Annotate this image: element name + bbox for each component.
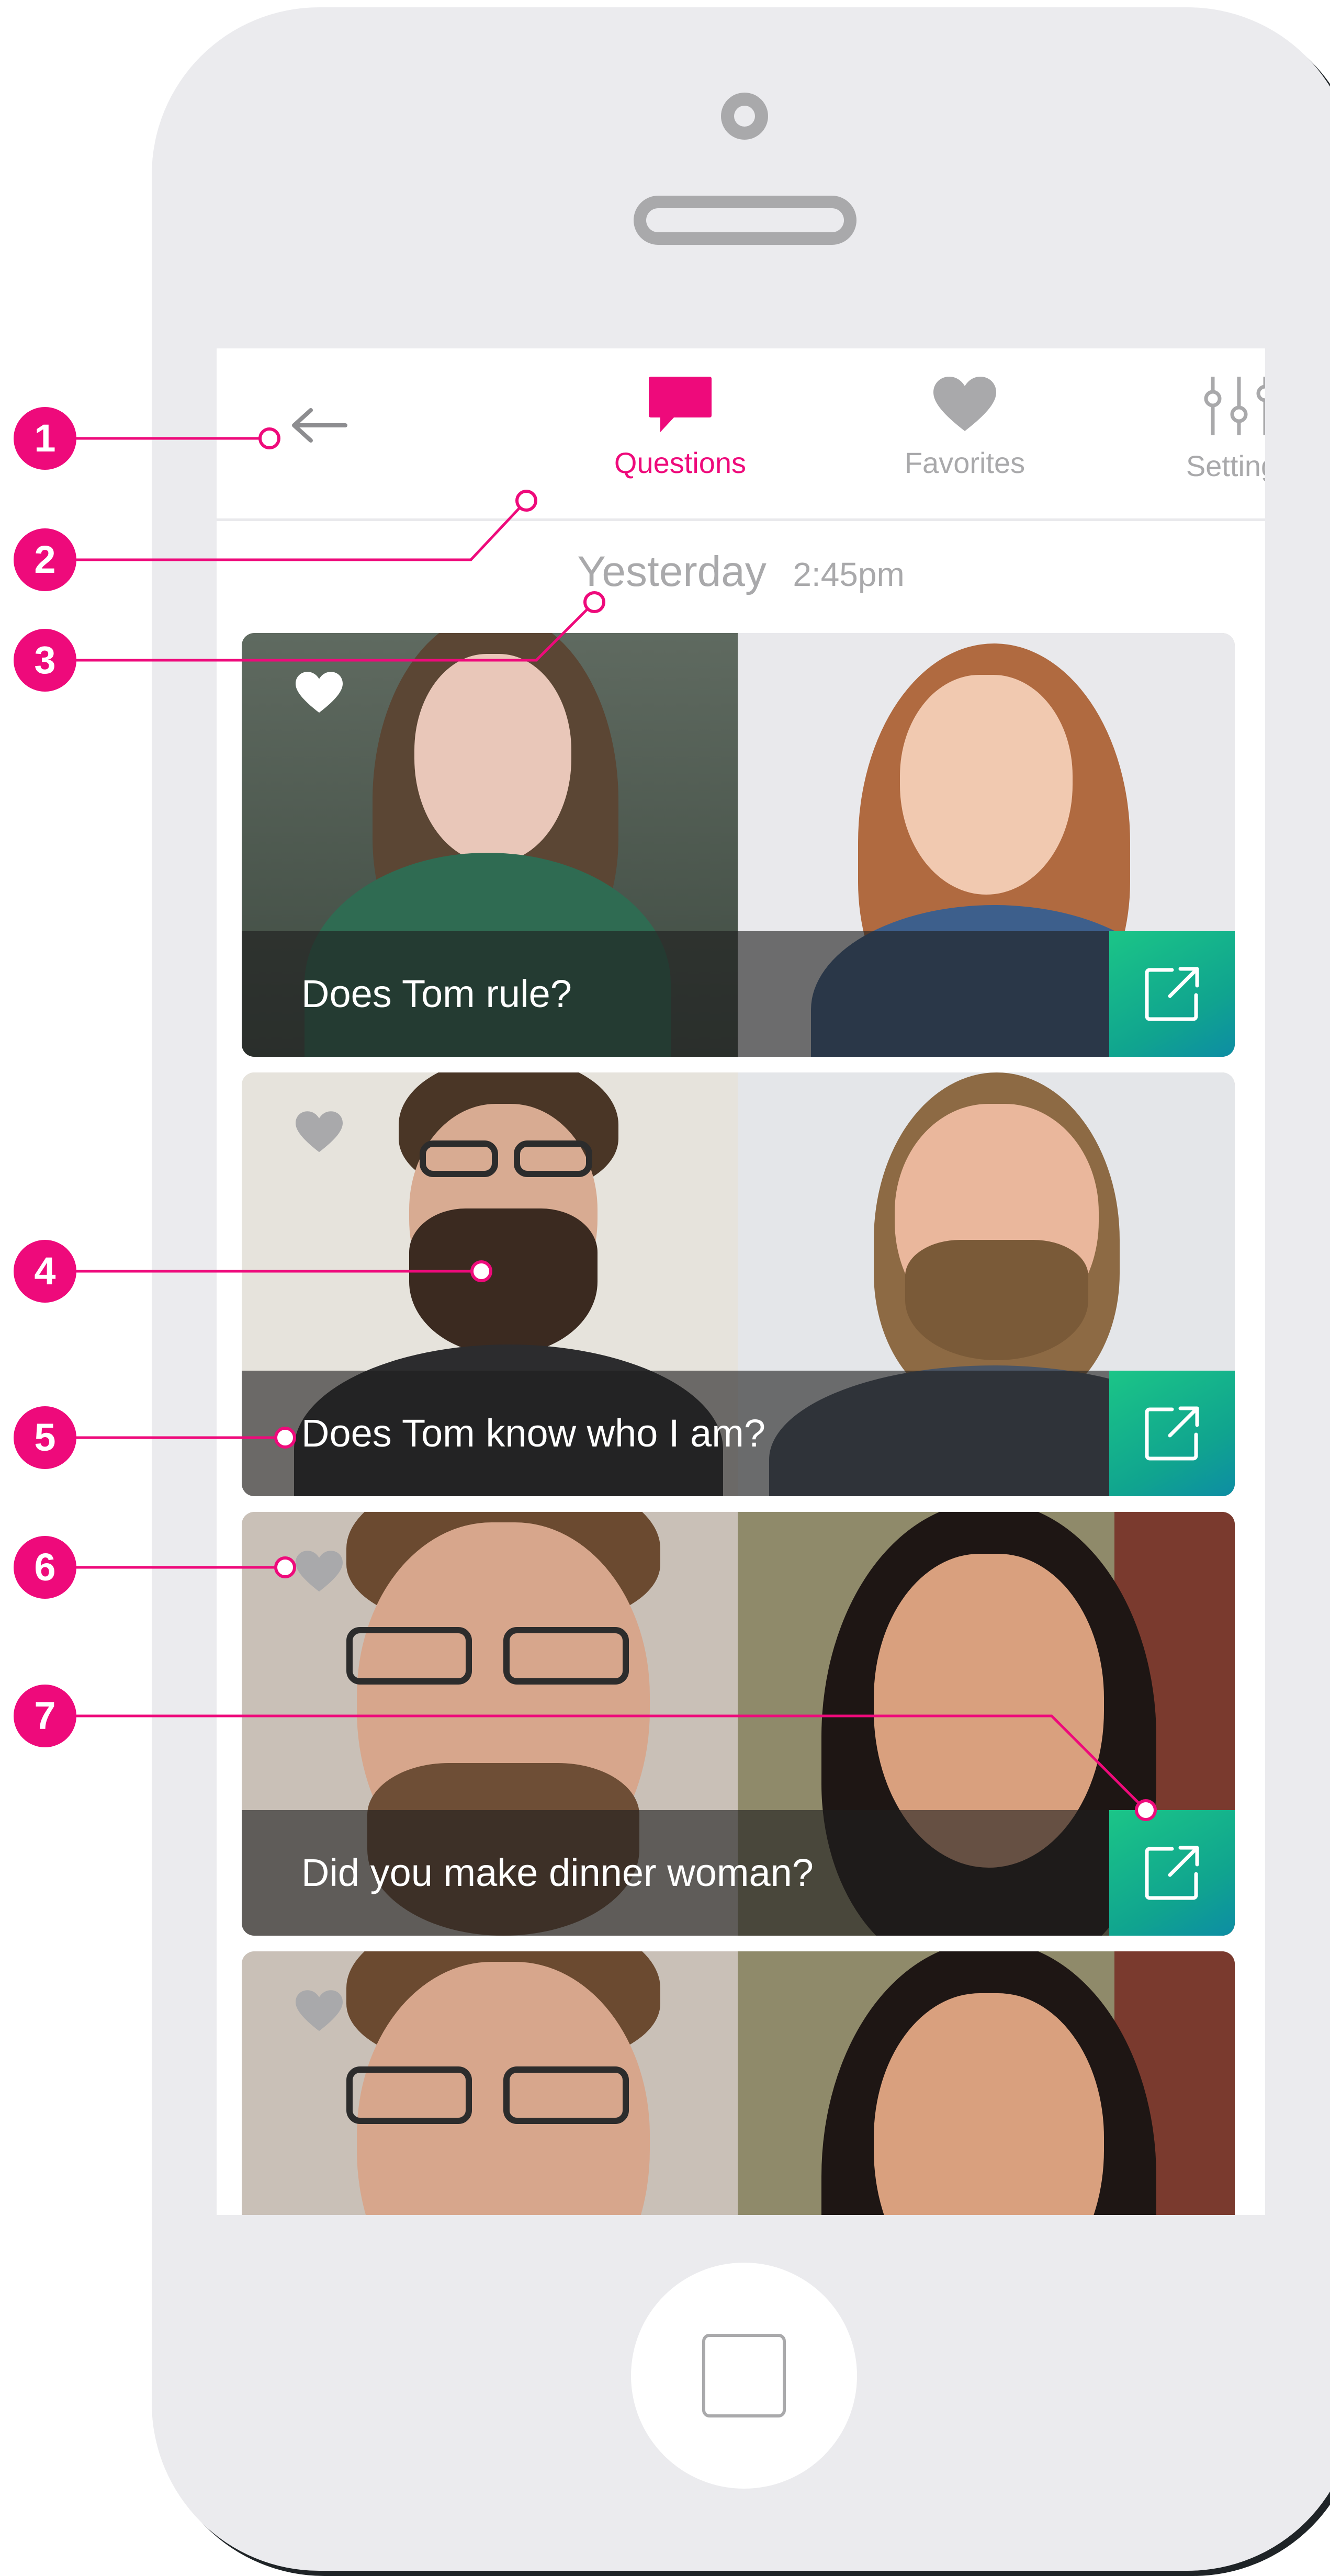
annotation-badge: 7 <box>14 1685 76 1747</box>
chat-bubble-icon <box>649 377 712 432</box>
question-card[interactable] <box>242 1951 1235 2215</box>
share-button[interactable] <box>1109 1810 1235 1936</box>
heart-icon[interactable] <box>294 1109 344 1155</box>
home-button-square-icon <box>702 2334 786 2417</box>
tab-favorites-label: Favorites <box>904 446 1025 479</box>
annotation-badge: 6 <box>14 1536 76 1599</box>
tab-questions[interactable]: Questions <box>570 375 790 500</box>
caption-bar: Did you make dinner woman? <box>242 1810 1235 1936</box>
nav-divider <box>217 518 1265 521</box>
tab-settings[interactable]: Settings <box>1129 375 1265 500</box>
answer-video-thumbnail[interactable] <box>738 1951 1235 2215</box>
external-link-icon <box>1145 1846 1199 1900</box>
front-camera <box>721 93 768 140</box>
annotation-badge: 5 <box>14 1406 76 1469</box>
tab-questions-label: Questions <box>614 446 747 479</box>
question-list: Does Tom rule? Does Tom know who I am? D… <box>242 633 1235 2215</box>
heart-icon[interactable] <box>294 1549 344 1595</box>
question-caption: Did you make dinner woman? <box>301 1851 814 1894</box>
annotation-badge: 2 <box>14 528 76 591</box>
app-screen: Questions Favorites Settings Yesterday 2… <box>217 348 1265 2215</box>
annotation-badge: 1 <box>14 407 76 470</box>
question-caption: Does Tom rule? <box>301 972 572 1015</box>
date-header: Yesterday 2:45pm <box>217 547 1265 610</box>
heart-icon[interactable] <box>294 670 344 716</box>
annotation-badge: 3 <box>14 629 76 692</box>
tab-favorites[interactable]: Favorites <box>855 375 1075 500</box>
date-label: Yesterday <box>577 548 767 595</box>
asker-video-thumbnail[interactable] <box>242 1951 738 2215</box>
arrow-left-icon[interactable] <box>290 407 347 444</box>
question-caption: Does Tom know who I am? <box>301 1411 766 1455</box>
question-card[interactable]: Does Tom know who I am? <box>242 1072 1235 1496</box>
share-button[interactable] <box>1109 1371 1235 1496</box>
annotation-badge: 4 <box>14 1240 76 1303</box>
external-link-icon <box>1145 1406 1199 1461</box>
share-button[interactable] <box>1109 931 1235 1057</box>
heart-icon[interactable] <box>294 1988 344 2034</box>
caption-bar: Does Tom rule? <box>242 931 1235 1057</box>
heart-icon <box>933 377 996 431</box>
external-link-icon <box>1145 967 1199 1021</box>
earpiece-speaker <box>634 196 856 245</box>
sliders-icon <box>1204 377 1265 435</box>
question-card[interactable]: Does Tom rule? <box>242 633 1235 1057</box>
caption-bar: Does Tom know who I am? <box>242 1371 1235 1496</box>
time-label: 2:45pm <box>793 556 905 593</box>
tab-settings-label: Settings <box>1186 449 1265 482</box>
question-card[interactable]: Did you make dinner woman? <box>242 1512 1235 1936</box>
